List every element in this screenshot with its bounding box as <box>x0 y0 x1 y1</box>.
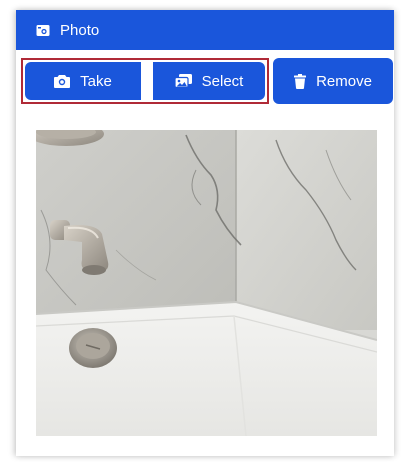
photo-card-header: Photo <box>16 10 394 50</box>
remove-photo-button[interactable]: Remove <box>273 58 393 104</box>
select-label: Select <box>201 72 244 90</box>
camera-photo-icon <box>36 24 50 37</box>
remove-label: Remove <box>316 72 372 90</box>
camera-icon <box>54 74 71 88</box>
gallery-icon <box>174 74 192 88</box>
take-photo-button[interactable]: Take <box>25 62 141 100</box>
photo-card: Photo Take Select Remove <box>16 10 394 456</box>
take-label: Take <box>80 72 112 90</box>
card-title: Photo <box>60 21 100 39</box>
trash-icon <box>294 73 307 89</box>
capture-button-group: Take Select <box>21 58 269 104</box>
photo-toolbar: Take Select Remove <box>16 50 394 120</box>
select-photo-button[interactable]: Select <box>153 62 265 100</box>
photo-preview <box>36 130 377 436</box>
